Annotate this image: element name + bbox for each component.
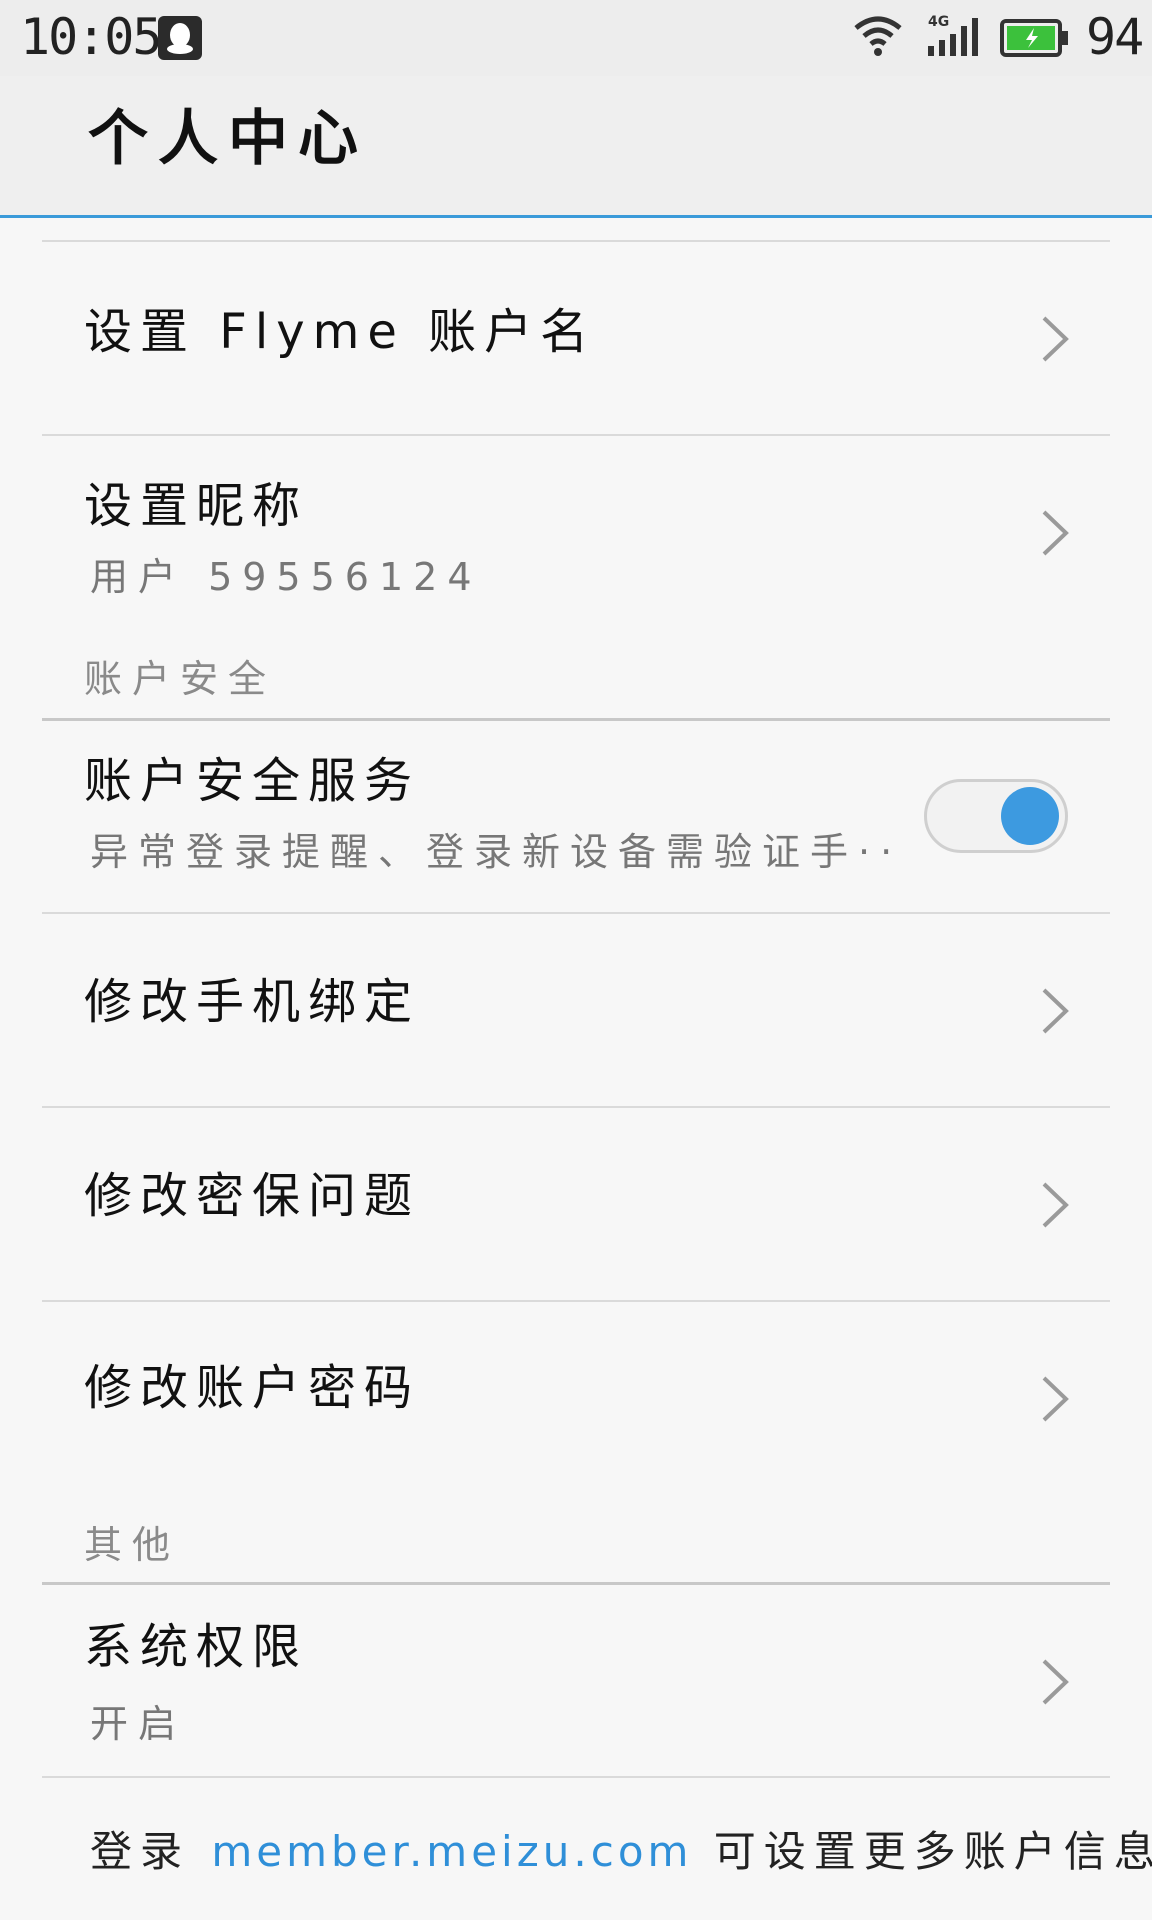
footer-prefix: 登录	[90, 1827, 212, 1876]
row-title: 账户安全服务	[84, 753, 421, 809]
row-set-account-name[interactable]: 设置 Flyme 账户名	[0, 242, 1152, 434]
chevron-right-icon	[1042, 1376, 1069, 1422]
status-time: 10:05	[20, 8, 163, 66]
chevron-right-icon	[1042, 1659, 1069, 1705]
chevron-right-icon	[1042, 510, 1069, 556]
row-account-security-service[interactable]: 账户安全服务 异常登录提醒、登录新设备需验证手··	[0, 721, 1152, 911]
row-change-security-question[interactable]: 修改密保问题	[0, 1108, 1152, 1300]
chevron-right-icon	[1042, 1182, 1069, 1228]
row-set-nickname[interactable]: 设置昵称 用户 59556124	[0, 436, 1152, 628]
row-title: 修改密保问题	[84, 1168, 421, 1224]
back-button[interactable]	[0, 76, 70, 218]
row-subtitle: 开启	[90, 1702, 187, 1746]
row-title: 修改账户密码	[84, 1360, 421, 1416]
footer-note: 登录 member.meizu.com 可设置更多账户信息	[90, 1818, 1152, 1879]
section-header-other: 其他	[84, 1523, 181, 1567]
app-header: 个人中心	[0, 76, 1152, 218]
network-type-label: 4G	[928, 14, 949, 30]
signal-icon: 4G	[926, 12, 982, 62]
status-bar: 10:05 4G 94	[0, 0, 1152, 76]
row-title: 设置 Flyme 账户名	[84, 304, 597, 360]
wifi-icon	[852, 14, 904, 62]
page-title: 个人中心	[88, 104, 368, 174]
row-title: 修改手机绑定	[84, 974, 421, 1030]
row-subtitle: 异常登录提醒、登录新设备需验证手··	[90, 830, 900, 874]
row-title: 设置昵称	[84, 478, 309, 534]
member-site-link[interactable]: member.meizu.com	[211, 1827, 692, 1876]
chevron-right-icon	[1042, 316, 1069, 362]
row-title: 系统权限	[84, 1619, 309, 1675]
row-change-password[interactable]: 修改账户密码	[0, 1302, 1152, 1494]
security-service-toggle[interactable]	[924, 779, 1068, 853]
row-change-phone-binding[interactable]: 修改手机绑定	[0, 914, 1152, 1106]
battery-icon	[1000, 18, 1070, 62]
row-subtitle: 用户 59556124	[90, 555, 482, 599]
row-system-permissions[interactable]: 系统权限 开启	[0, 1585, 1152, 1775]
battery-level: 94	[1086, 8, 1144, 66]
toggle-knob	[1001, 787, 1059, 845]
section-header-account-security: 账户安全	[84, 657, 277, 701]
chevron-right-icon	[1042, 988, 1069, 1034]
footer-suffix: 可设置更多账户信息	[692, 1827, 1152, 1876]
qq-icon	[158, 16, 202, 60]
divider	[42, 1776, 1110, 1778]
